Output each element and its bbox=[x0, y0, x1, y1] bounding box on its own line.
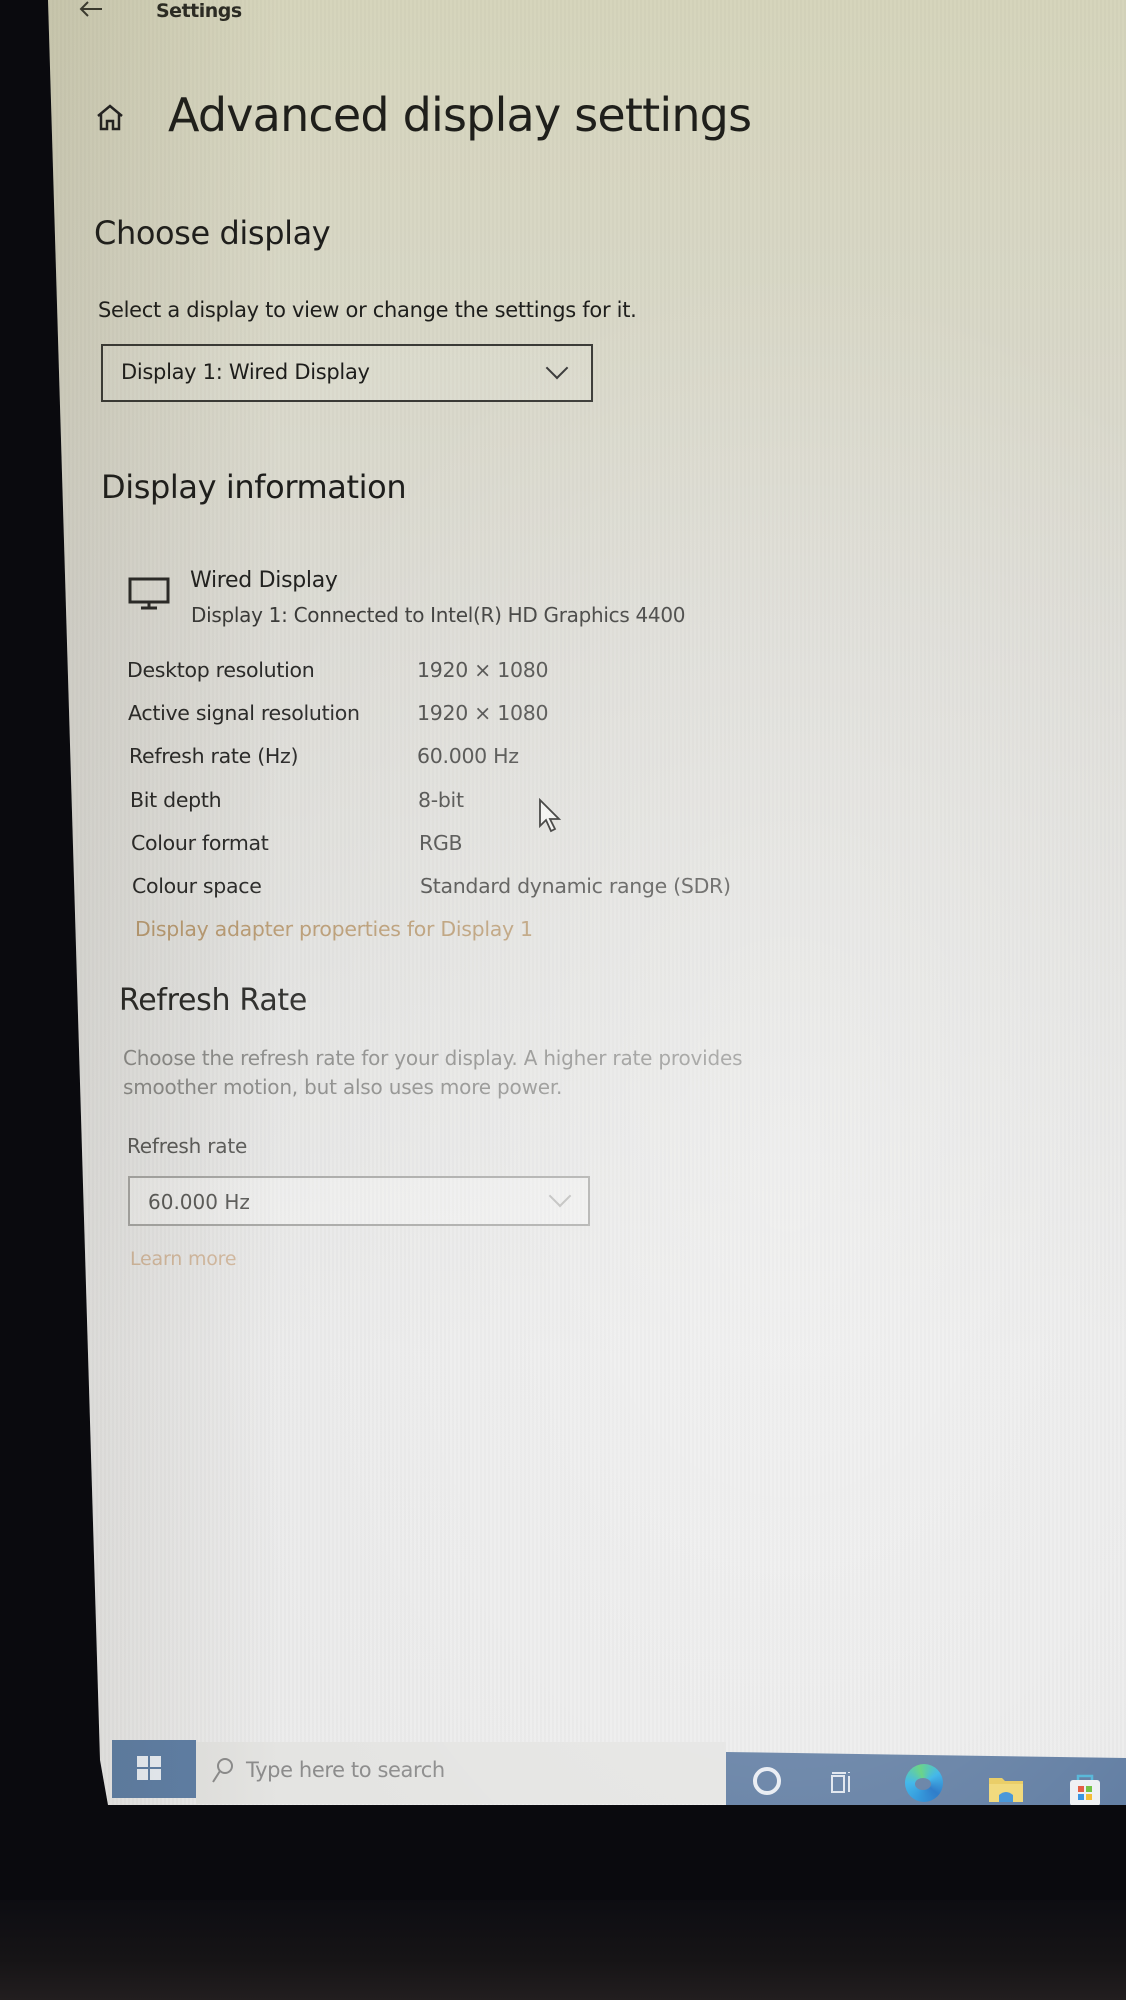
refresh-rate-value: 60.000 Hz bbox=[148, 1190, 250, 1214]
info-label: Refresh rate (Hz) bbox=[129, 744, 299, 768]
app-title: Settings bbox=[156, 0, 242, 22]
info-label: Bit depth bbox=[130, 788, 222, 812]
monitor-screen: Settings Advanced display settings Choos… bbox=[48, 0, 1126, 1805]
info-value: 8-bit bbox=[418, 788, 464, 812]
display-adapter-properties-link[interactable]: Display adapter properties for Display 1 bbox=[135, 917, 533, 941]
info-value: 1920 × 1080 bbox=[417, 701, 549, 725]
search-placeholder[interactable]: Type here to search bbox=[246, 1758, 445, 1782]
chevron-down-icon bbox=[545, 356, 569, 380]
display-select-value: Display 1: Wired Display bbox=[121, 360, 370, 384]
learn-more-link[interactable]: Learn more bbox=[130, 1248, 237, 1270]
refresh-rate-heading: Refresh Rate bbox=[119, 983, 308, 1018]
monitor-connection-info: Display 1: Connected to Intel(R) HD Grap… bbox=[191, 603, 686, 627]
back-arrow-icon bbox=[79, 1, 102, 17]
back-button[interactable] bbox=[78, 0, 104, 26]
info-label: Desktop resolution bbox=[127, 658, 315, 682]
cortana-icon[interactable] bbox=[753, 1767, 781, 1795]
info-value: 1920 × 1080 bbox=[417, 658, 549, 682]
info-value: 60.000 Hz bbox=[417, 744, 519, 768]
refresh-rate-description: Choose the refresh rate for your display… bbox=[123, 1046, 743, 1099]
monitor-icon bbox=[128, 577, 170, 611]
file-explorer-icon[interactable] bbox=[988, 1775, 1024, 1803]
info-label: Colour format bbox=[131, 831, 269, 855]
info-label: Colour space bbox=[132, 874, 262, 898]
photo-stage: Settings Advanced display settings Choos… bbox=[0, 0, 1126, 2000]
mouse-cursor-icon bbox=[538, 797, 564, 834]
store-icon[interactable] bbox=[1068, 1772, 1102, 1805]
search-icon bbox=[210, 1756, 236, 1786]
info-value: RGB bbox=[419, 831, 463, 855]
home-icon[interactable] bbox=[95, 102, 125, 132]
page-title: Advanced display settings bbox=[168, 88, 752, 142]
display-information-heading: Display information bbox=[101, 468, 407, 506]
desk-background bbox=[0, 1900, 1126, 2000]
choose-display-heading: Choose display bbox=[94, 214, 331, 252]
monitor-name: Wired Display bbox=[190, 568, 338, 593]
info-value: Standard dynamic range (SDR) bbox=[420, 874, 731, 898]
info-label: Active signal resolution bbox=[128, 701, 360, 725]
edge-icon[interactable] bbox=[905, 1764, 943, 1802]
display-select-dropdown[interactable]: Display 1: Wired Display bbox=[101, 344, 593, 402]
start-icon[interactable] bbox=[136, 1755, 162, 1781]
refresh-rate-field-label: Refresh rate bbox=[127, 1134, 248, 1158]
chevron-down-icon bbox=[548, 1184, 572, 1208]
refresh-rate-dropdown[interactable]: 60.000 Hz bbox=[128, 1176, 590, 1226]
choose-display-description: Select a display to view or change the s… bbox=[98, 298, 637, 322]
task-view-icon[interactable] bbox=[830, 1770, 854, 1796]
